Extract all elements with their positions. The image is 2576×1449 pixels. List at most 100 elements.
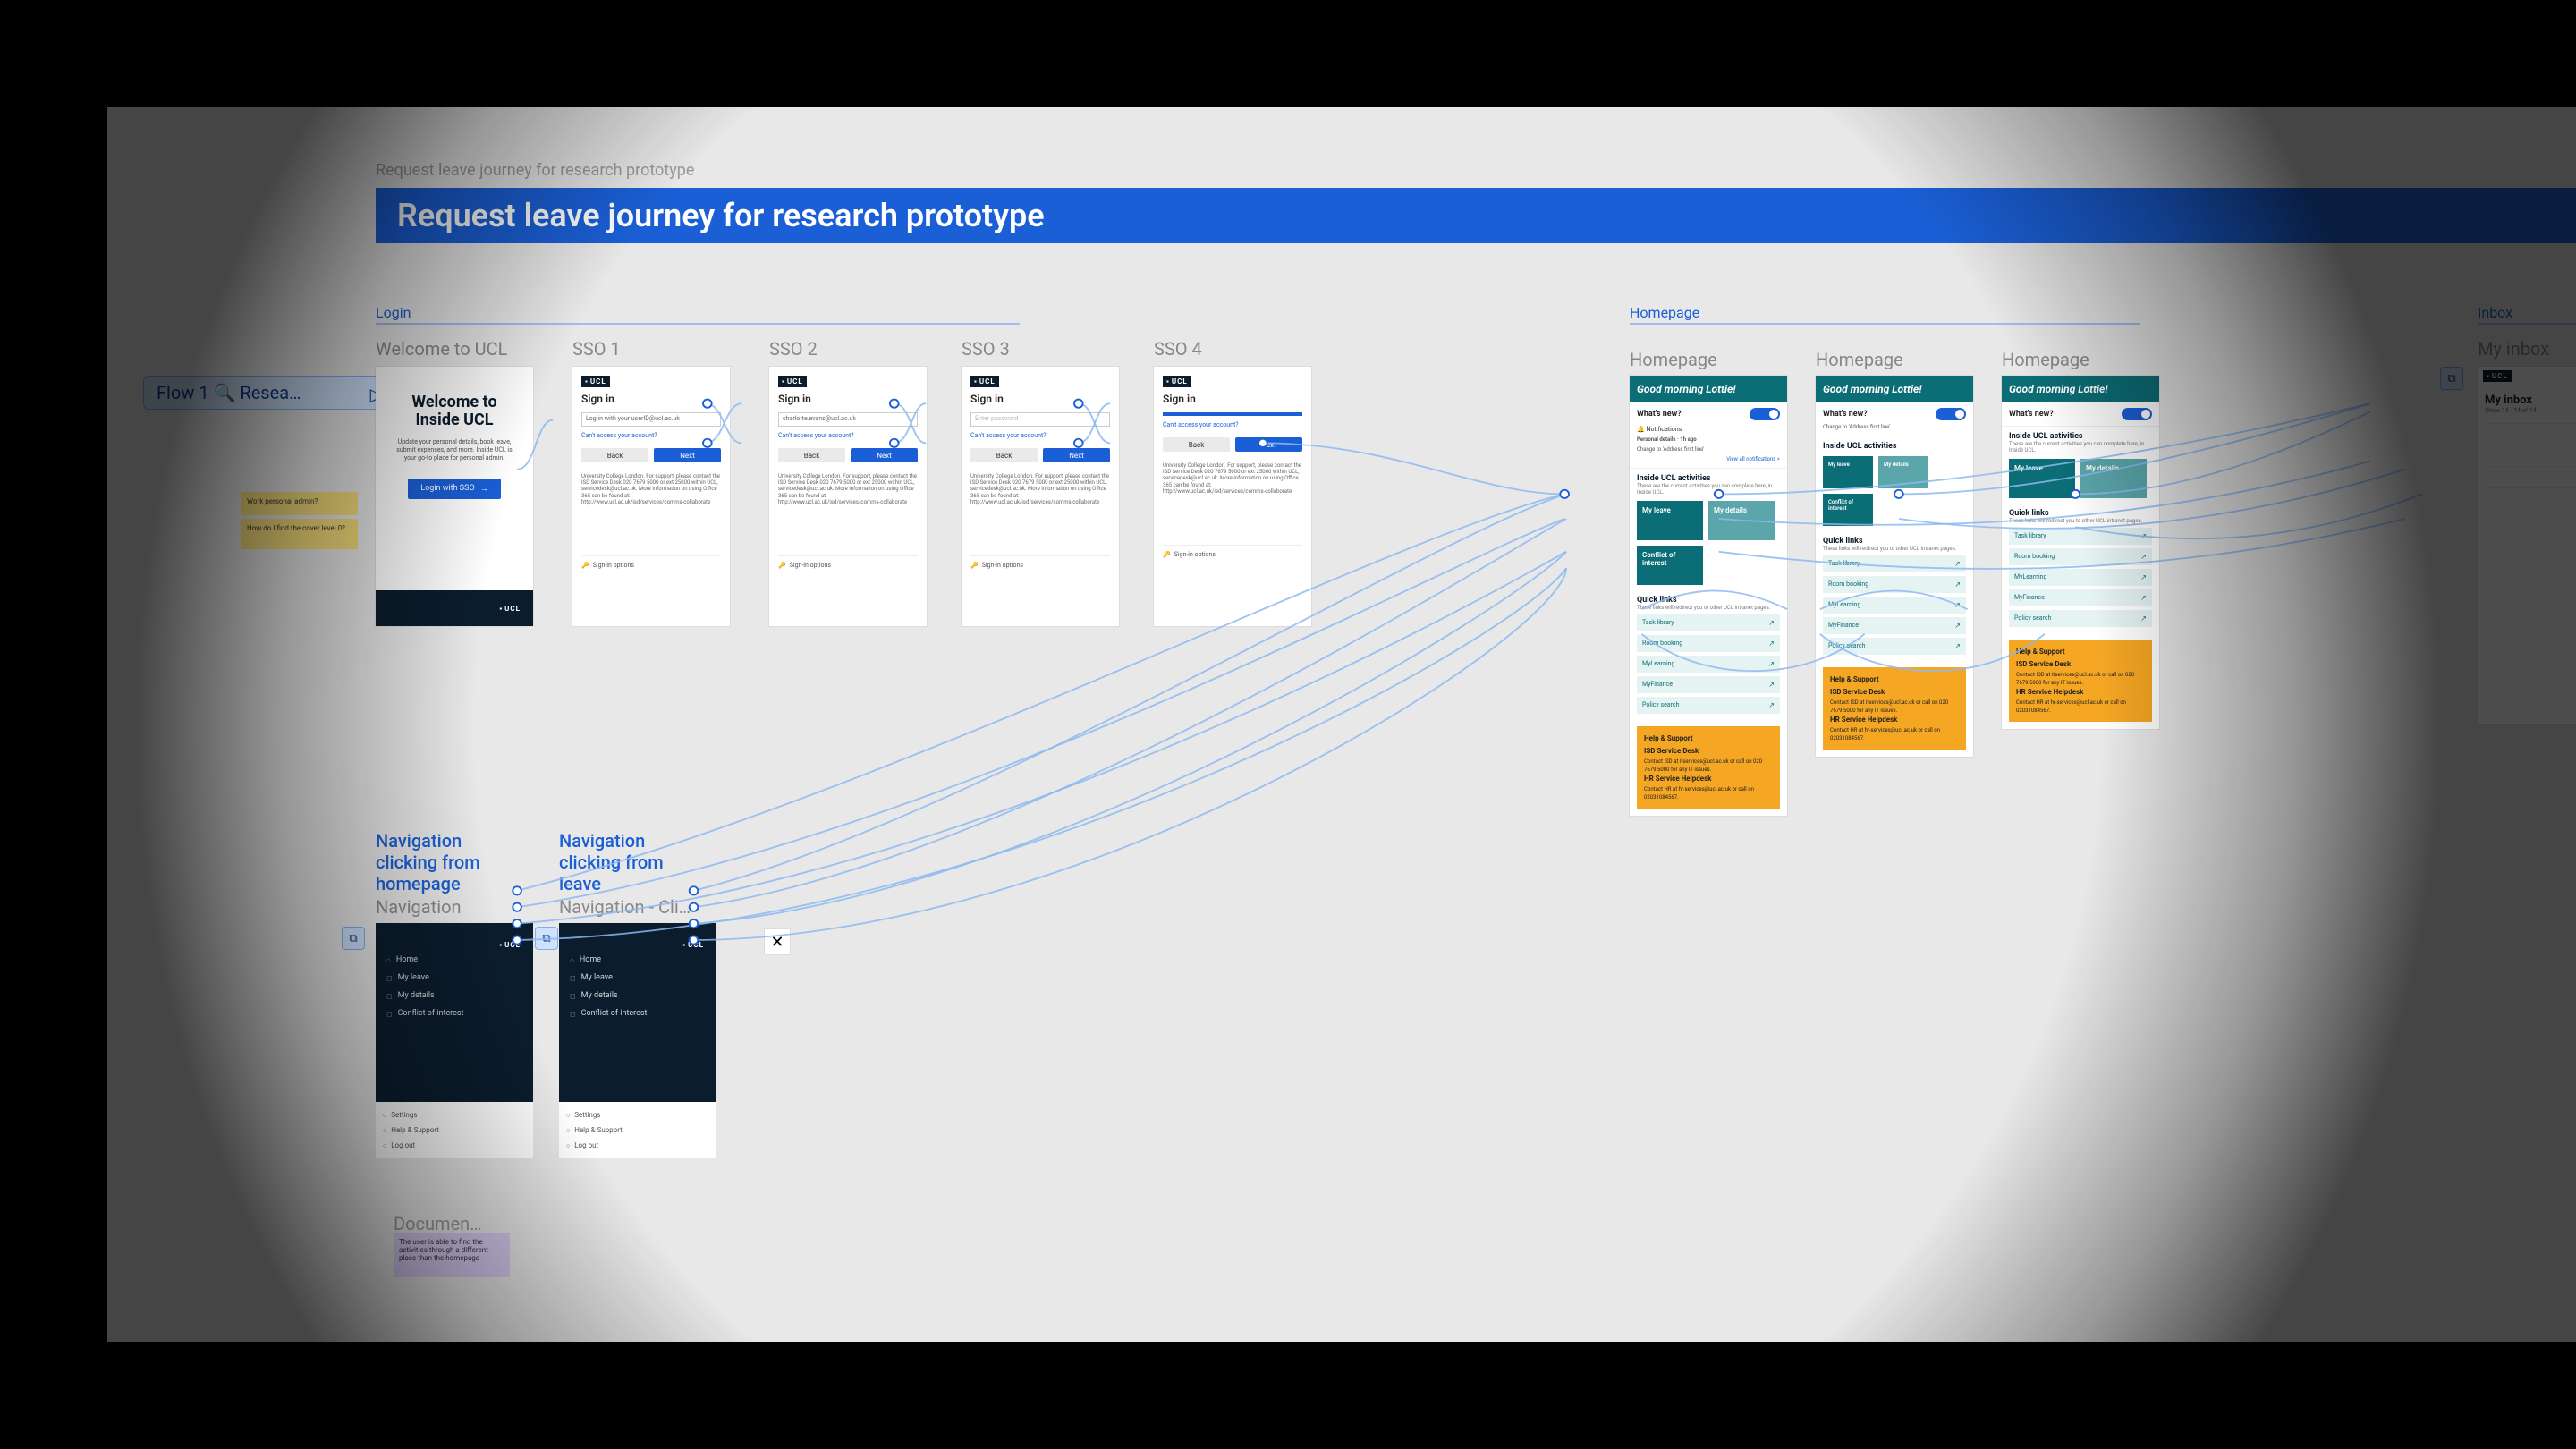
tile-my-leave[interactable]: My leave [2009,459,2075,498]
sso-back-button[interactable]: Back [581,448,648,462]
frame-label[interactable]: Welcome to UCL [376,338,507,360]
nav-item-my-details[interactable]: My details [568,987,708,1004]
tile-conflict[interactable]: Conflict of interest [1823,494,1873,526]
frame-label[interactable]: Homepage [1630,349,1717,370]
sso-email-field[interactable]: charlotte.evans@ucl.ac.uk [778,412,918,427]
sso-cant-access-link[interactable]: Can't access your account? [581,432,721,439]
frame-welcome[interactable]: Welcome to Inside UCL Update your person… [376,367,533,626]
sso-next-button[interactable]: Next [851,448,918,462]
nav-item-my-leave[interactable]: My leave [385,969,524,987]
sso-email-field[interactable]: Log in with your userID@ucl.ac.uk [581,412,721,427]
tile-my-leave[interactable]: My leave [1823,456,1873,488]
frame-sso-3[interactable]: UCL Sign in Enter password Can't access … [962,367,1119,626]
close-icon[interactable]: ✕ [764,928,791,955]
nav-link-logout[interactable]: Log out [566,1138,709,1153]
sso-signin-options[interactable]: Sign-in options [970,555,1110,569]
tile-my-leave[interactable]: My leave [1637,501,1703,540]
ucl-logo: UCL [679,939,708,951]
ucl-logo: UCL [970,376,999,387]
sso-back-button[interactable]: Back [970,448,1038,462]
nav-link-help[interactable]: Help & Support [383,1123,526,1138]
frame-homepage-2[interactable]: Good morning Lottie! What's new? Change … [1816,376,1973,757]
frame-sso-4[interactable]: UCL Sign in Can't access your account? B… [1154,367,1311,626]
nav-item-conflict[interactable]: Conflict of interest [568,1004,708,1022]
ucl-logo: UCL [778,376,807,387]
help-support-box: Help & Support ISD Service Desk Contact … [1637,726,1780,809]
sso-heading: Sign in [581,393,721,405]
sso-back-button[interactable]: Back [778,448,845,462]
arrow-right-icon: → [480,484,488,494]
quick-link[interactable]: Room booking [1637,635,1780,652]
sticky-note[interactable]: The user is able to find the activities … [394,1233,510,1277]
sso-cant-access-link[interactable]: Can't access your account? [1163,421,1302,428]
sso-back-button[interactable]: Back [1163,437,1230,452]
sticky-note[interactable]: How do I find the cover level 0? [242,519,358,549]
nav-link-help[interactable]: Help & Support [566,1123,709,1138]
frame-sso-1[interactable]: UCL Sign in Log in with your userID@ucl.… [572,367,730,626]
frame-inbox[interactable]: UCL My inbox Show 14 · 14 of 14 [2478,367,2576,724]
quick-link[interactable]: MyFinance [1637,676,1780,693]
flow-starting-point-pill[interactable]: Flow 1 🔍 Resea… ▷ [143,376,394,410]
sso-password-field[interactable]: Enter password [970,412,1110,427]
view-all-notifications-link[interactable]: View all notifications > [1637,456,1780,462]
frame-homepage-3[interactable]: Good morning Lottie! What's new? Inside … [2002,376,2159,729]
activities-subtitle: These are the current activities you can… [1637,483,1780,496]
prototype-start-marker[interactable]: ⧉ [535,927,558,950]
sso-signin-options[interactable]: Sign-in options [1163,545,1302,558]
frame-homepage-1[interactable]: Good morning Lottie! What's new? 🔔 Notif… [1630,376,1787,816]
frame-label[interactable]: SSO 1 [572,338,621,360]
sso-cant-access-link[interactable]: Can't access your account? [970,432,1110,439]
nav-link-settings[interactable]: Settings [383,1107,526,1123]
homepage-greeting: Good morning Lottie! [1637,383,1780,395]
whats-new-toggle[interactable] [1750,408,1780,420]
sso-next-button[interactable]: Next [1043,448,1110,462]
quick-link[interactable]: Policy search [1637,697,1780,714]
nav-item-conflict[interactable]: Conflict of interest [385,1004,524,1022]
sso-cant-access-link[interactable]: Can't access your account? [778,432,918,439]
nav-item-home[interactable]: Home [568,951,708,969]
tile-my-details[interactable]: My details [1708,501,1775,540]
frame-label[interactable]: Homepage [2002,349,2089,370]
support-isd-title: ISD Service Desk [1644,746,1773,756]
nav-item-my-leave[interactable]: My leave [568,969,708,987]
frame-label[interactable]: Homepage [1816,349,1903,370]
nav-item-home[interactable]: Home [385,951,524,969]
welcome-title: Welcome to Inside UCL [392,394,517,429]
frame-label[interactable]: SSO 4 [1154,338,1202,360]
quick-link[interactable]: Task library [1637,614,1780,631]
login-sso-button-label: Login with SSO [420,484,474,493]
frame-label[interactable]: Navigation [376,896,462,918]
notif-body: Change to ‘Address first line’ [1637,446,1780,453]
nav-link-logout[interactable]: Log out [383,1138,526,1153]
tile-my-details[interactable]: My details [2080,459,2147,498]
frame-label[interactable]: My inbox [2478,338,2549,360]
frame-sso-2[interactable]: UCL Sign in charlotte.evans@ucl.ac.uk Ca… [769,367,927,626]
sso-signin-options[interactable]: Sign-in options [778,555,918,569]
sso-next-button[interactable]: Next [654,448,721,462]
welcome-subtitle: Update your personal details, book leave… [392,438,517,462]
prototype-start-marker[interactable]: ⧉ [2440,367,2463,390]
sso-next-button[interactable]: Next [1235,437,1302,452]
sso-signin-options[interactable]: Sign-in options [581,555,721,569]
tile-my-details[interactable]: My details [1878,456,1928,488]
tile-conflict[interactable]: Conflict of interest [1637,546,1703,585]
frame-label[interactable]: Navigation - Cli… [559,896,691,918]
whats-new-toggle[interactable] [1936,408,1966,420]
breadcrumb: Request leave journey for research proto… [376,161,694,180]
login-sso-button[interactable]: Login with SSO → [408,479,500,499]
frame-navigation-b[interactable]: UCL Home My leave My details Conflict of… [559,923,716,1158]
support-heading: Help & Support [1644,733,1773,743]
sticky-note[interactable]: Work personal admin? [242,492,358,515]
figma-canvas[interactable]: Request leave journey for research proto… [107,107,2576,1342]
quick-link[interactable]: MyLearning [1637,656,1780,673]
frame-label[interactable]: SSO 3 [962,338,1010,360]
ucl-logo: UCL [581,376,610,387]
prototype-start-marker[interactable]: ⧉ [342,927,365,950]
whats-new-toggle[interactable] [2122,408,2152,420]
nav-item-my-details[interactable]: My details [385,987,524,1004]
frame-navigation-a[interactable]: UCL Home My leave My details Conflict of… [376,923,533,1158]
frame-label[interactable]: SSO 2 [769,338,818,360]
nav-link-settings[interactable]: Settings [566,1107,709,1123]
notif-title: Personal details · 1h ago [1637,436,1697,443]
support-hr-title: HR Service Helpdesk [1644,774,1773,784]
